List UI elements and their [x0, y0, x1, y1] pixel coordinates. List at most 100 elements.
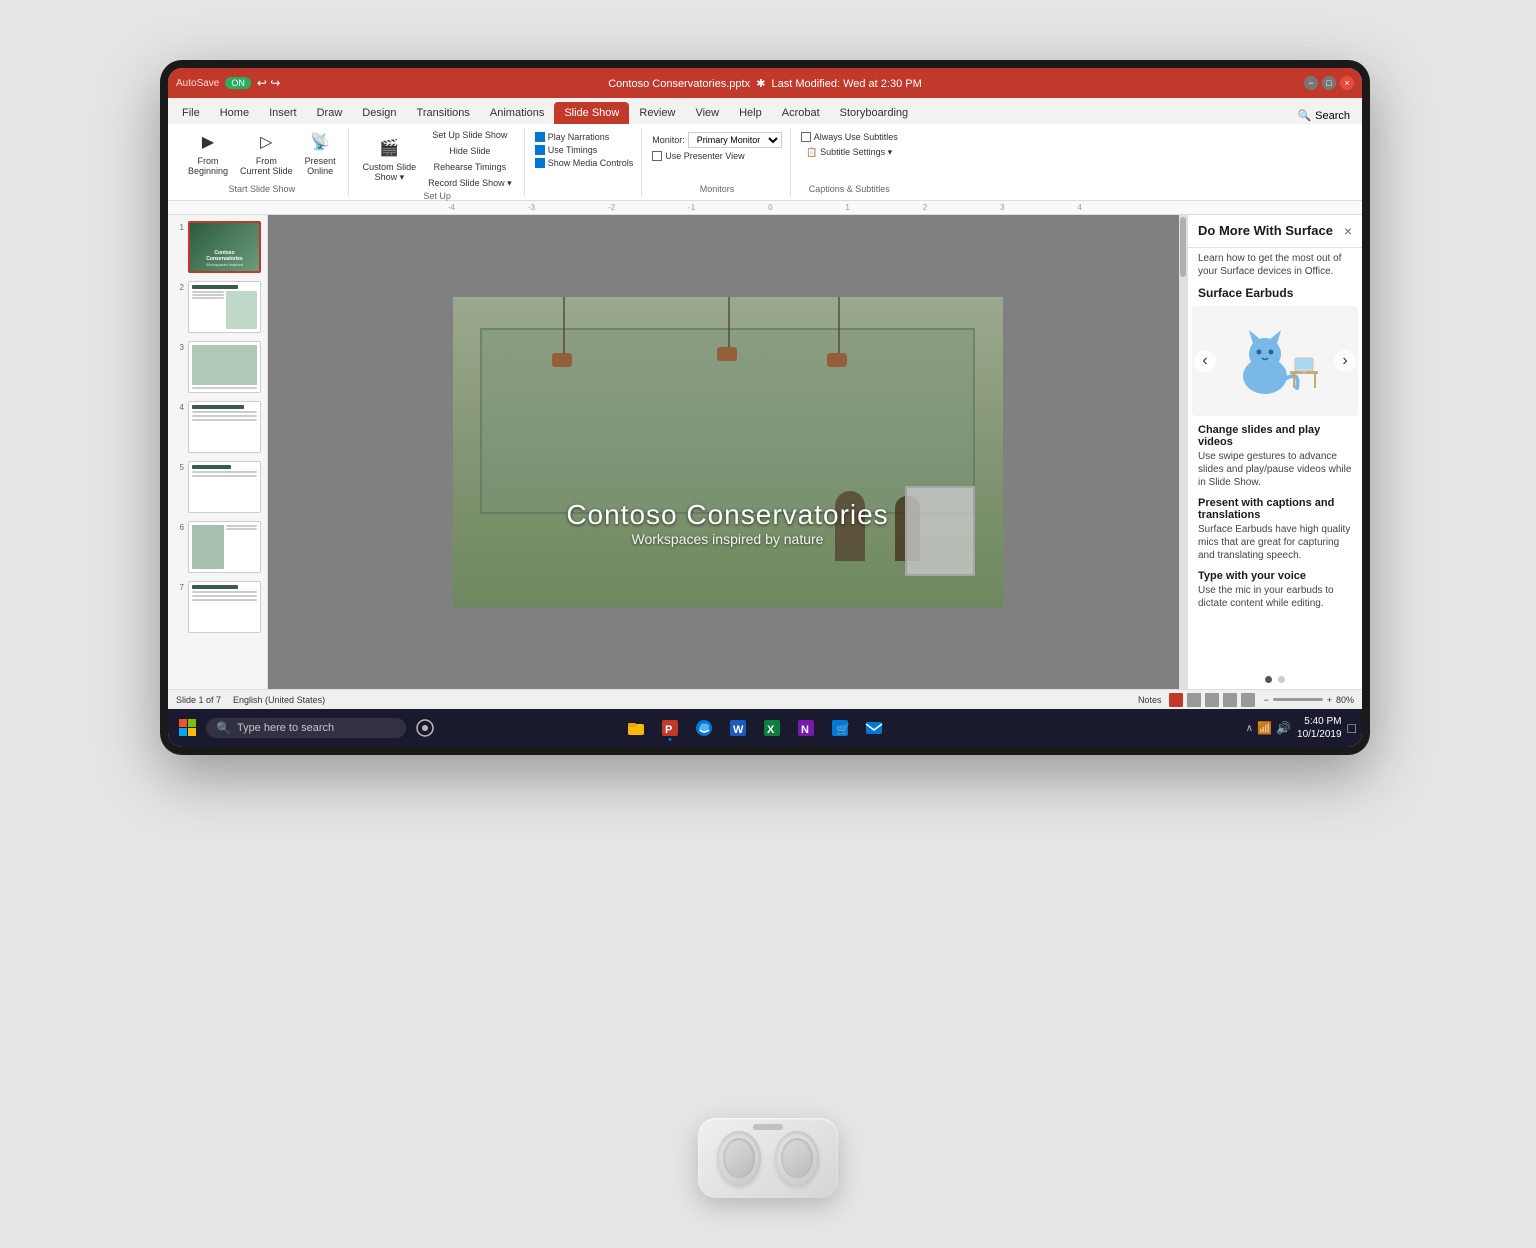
- carousel-next-button[interactable]: ›: [1334, 350, 1356, 372]
- tab-animations[interactable]: Animations: [480, 102, 554, 124]
- play-narrations-check[interactable]: Play Narrations: [535, 132, 634, 142]
- slide-thumb-4[interactable]: 4: [172, 399, 263, 455]
- network-icon[interactable]: 📶: [1257, 721, 1272, 735]
- notes-button[interactable]: Notes: [1138, 695, 1162, 705]
- slide-sorter-icon[interactable]: [1205, 693, 1219, 707]
- right-panel-title: Do More With Surface: [1198, 223, 1333, 239]
- from-beginning-button[interactable]: ▶ FromBeginning: [184, 128, 232, 178]
- slide-thumb-3[interactable]: 3: [172, 339, 263, 395]
- zoom-slider[interactable]: [1273, 698, 1323, 701]
- start-button[interactable]: [174, 714, 202, 742]
- close-button[interactable]: ×: [1340, 76, 1354, 90]
- show-media-check[interactable]: Show Media Controls: [535, 158, 634, 168]
- rehearse-timings-button[interactable]: Rehearse Timings: [424, 160, 516, 174]
- clock-time: 5:40 PM: [1297, 715, 1342, 728]
- panel-features: Change slides and play videos Use swipe …: [1188, 420, 1362, 670]
- panel-dot-2[interactable]: [1278, 676, 1285, 683]
- slide-preview-6[interactable]: [188, 521, 261, 573]
- outline-view-icon[interactable]: [1187, 693, 1201, 707]
- custom-slide-show-button[interactable]: 🎬 Custom SlideShow ▾: [359, 134, 421, 185]
- play-checkboxes: Play Narrations Use Timings Show Media C…: [535, 128, 634, 168]
- slide-thumb-5[interactable]: 5: [172, 459, 263, 515]
- tray-chevron[interactable]: ∧: [1246, 723, 1253, 734]
- tab-storyboarding[interactable]: Storyboarding: [830, 102, 919, 124]
- minimize-button[interactable]: −: [1304, 76, 1318, 90]
- normal-view-icon[interactable]: [1169, 693, 1183, 707]
- tab-design[interactable]: Design: [352, 102, 406, 124]
- use-timings-checkbox[interactable]: [535, 145, 545, 155]
- show-media-checkbox[interactable]: [535, 158, 545, 168]
- zoom-minus[interactable]: −: [1263, 695, 1268, 705]
- slide-scene: [453, 297, 1003, 607]
- hide-slide-button[interactable]: Hide Slide: [424, 144, 516, 158]
- slide-preview-5[interactable]: [188, 461, 261, 513]
- set-up-slide-button[interactable]: Set Up Slide Show: [424, 128, 516, 142]
- slide-preview-7[interactable]: [188, 581, 261, 633]
- slide-preview-2[interactable]: [188, 281, 261, 333]
- taskbar-explorer[interactable]: [621, 713, 651, 743]
- always-subtitles-check[interactable]: Always Use Subtitles: [801, 132, 898, 142]
- tab-view[interactable]: View: [685, 102, 729, 124]
- scroll-thumb[interactable]: [1180, 217, 1186, 277]
- from-current-button[interactable]: ▷ FromCurrent Slide: [236, 128, 297, 178]
- maximize-button[interactable]: □: [1322, 76, 1336, 90]
- monitor-select[interactable]: Primary Monitor: [688, 132, 782, 148]
- always-subtitles-checkbox[interactable]: [801, 132, 811, 142]
- use-timings-check[interactable]: Use Timings: [535, 145, 634, 155]
- slide-preview-content-1: ContosoConservatories Workspaces inspire…: [190, 223, 259, 271]
- mail-icon: [864, 718, 884, 738]
- slide-panel[interactable]: 1 ContosoConservatories Workspaces inspi…: [168, 215, 268, 689]
- tab-transitions[interactable]: Transitions: [407, 102, 480, 124]
- record-slide-button[interactable]: Record Slide Show ▾: [424, 176, 516, 191]
- zoom-plus[interactable]: +: [1327, 695, 1332, 705]
- tab-insert[interactable]: Insert: [259, 102, 307, 124]
- taskbar-mail[interactable]: [859, 713, 889, 743]
- zoom-level[interactable]: 80%: [1336, 695, 1354, 705]
- task-view-button[interactable]: [410, 713, 440, 743]
- window-controls: − □ ×: [1304, 76, 1354, 90]
- play-narrations-checkbox[interactable]: [535, 132, 545, 142]
- slide-thumb-2[interactable]: 2: [172, 279, 263, 335]
- panel-dot-1[interactable]: [1265, 676, 1272, 683]
- clock-date: 10/1/2019: [1297, 728, 1342, 741]
- reading-view-icon[interactable]: [1223, 693, 1237, 707]
- taskbar-ppt[interactable]: P: [655, 713, 685, 743]
- slide-show-icon[interactable]: [1241, 693, 1255, 707]
- tab-help[interactable]: Help: [729, 102, 772, 124]
- slide-preview-1[interactable]: ContosoConservatories Workspaces inspire…: [188, 221, 261, 273]
- taskbar-search[interactable]: 🔍 Type here to search: [206, 718, 406, 738]
- present-online-button[interactable]: 📡 PresentOnline: [301, 128, 340, 178]
- slide-thumb-6[interactable]: 6: [172, 519, 263, 575]
- comments-button[interactable]: Comments: [1229, 75, 1296, 91]
- volume-icon[interactable]: 🔊: [1276, 721, 1291, 735]
- slide-preview-3[interactable]: [188, 341, 261, 393]
- presenter-view-check[interactable]: Use Presenter View: [652, 151, 782, 161]
- slide-canvas[interactable]: Contoso Conservatories Workspaces inspir…: [453, 297, 1003, 607]
- slide-thumb-1[interactable]: 1 ContosoConservatories Workspaces inspi…: [172, 219, 263, 275]
- right-panel-close-button[interactable]: ×: [1344, 223, 1352, 239]
- tab-home[interactable]: Home: [210, 102, 259, 124]
- carousel-prev-button[interactable]: ‹: [1194, 350, 1216, 372]
- taskbar-onenote[interactable]: N: [791, 713, 821, 743]
- slide-thumb-7[interactable]: 7: [172, 579, 263, 635]
- tab-draw[interactable]: Draw: [307, 102, 353, 124]
- share-button[interactable]: Share: [1187, 77, 1216, 89]
- taskbar-edge[interactable]: [689, 713, 719, 743]
- autosave-toggle[interactable]: ON: [225, 77, 251, 89]
- ribbon-search[interactable]: 🔍 Search: [1289, 107, 1358, 124]
- slide-preview-4[interactable]: [188, 401, 261, 453]
- taskbar-excel[interactable]: X: [757, 713, 787, 743]
- slide-4-content: [189, 402, 260, 452]
- clock[interactable]: 5:40 PM 10/1/2019: [1297, 715, 1342, 741]
- feature-3-title: Type with your voice: [1198, 570, 1352, 582]
- tab-file[interactable]: File: [172, 102, 210, 124]
- notification-icon[interactable]: □: [1348, 720, 1356, 736]
- tab-acrobat[interactable]: Acrobat: [772, 102, 830, 124]
- tab-review[interactable]: Review: [629, 102, 685, 124]
- subtitle-settings-button[interactable]: 📋 Subtitle Settings ▾: [801, 145, 898, 160]
- presenter-view-checkbox[interactable]: [652, 151, 662, 161]
- vertical-scrollbar[interactable]: [1179, 215, 1187, 689]
- taskbar-store[interactable]: 🛒: [825, 713, 855, 743]
- taskbar-word[interactable]: W: [723, 713, 753, 743]
- tab-slide-show[interactable]: Slide Show: [554, 102, 629, 124]
